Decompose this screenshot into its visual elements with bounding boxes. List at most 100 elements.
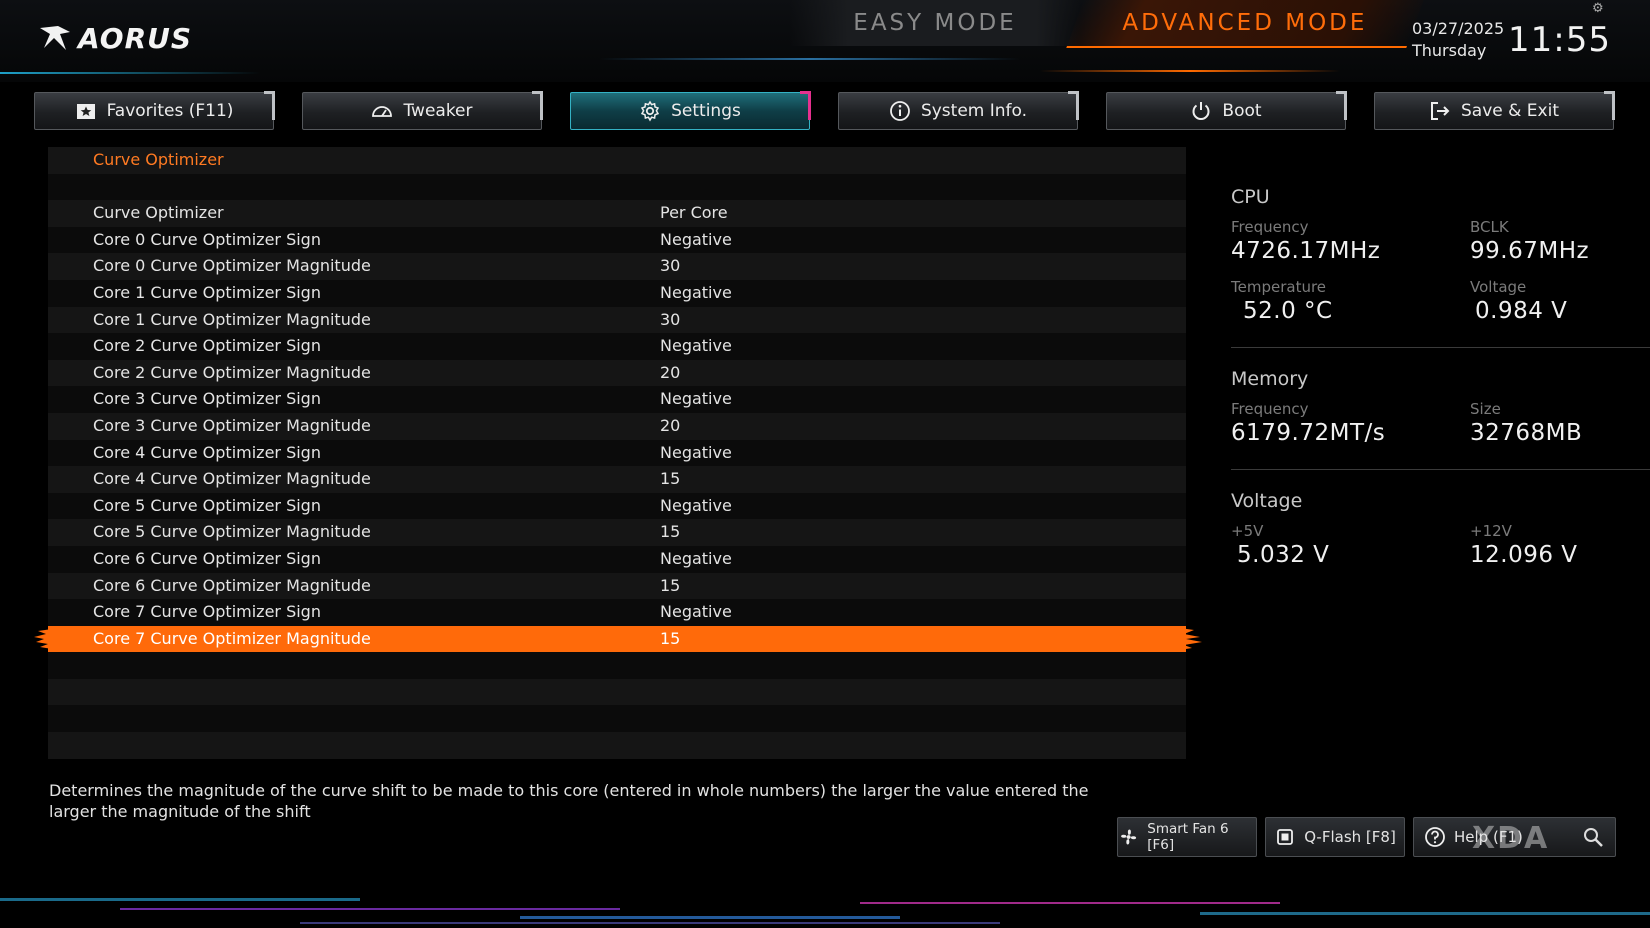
setting-name: Core 3 Curve Optimizer Magnitude <box>93 415 371 435</box>
blank-row <box>48 173 1186 201</box>
easy-mode-tab[interactable]: EASY MODE <box>790 0 1080 46</box>
tab-boot[interactable]: Boot <box>1106 91 1347 130</box>
qflash-label: Q-Flash [F8] <box>1304 828 1396 846</box>
setting-name: Core 6 Curve Optimizer Magnitude <box>93 575 371 595</box>
setting-name: Core 0 Curve Optimizer Sign <box>93 229 321 249</box>
setting-value[interactable]: Negative <box>660 493 732 520</box>
smart-fan-button[interactable]: Smart Fan 6 [F6] <box>1117 817 1257 857</box>
cpu-temperature-value: 52.0 °C <box>1243 298 1333 324</box>
help-button[interactable]: Help (F1) XDA <box>1413 817 1616 857</box>
setting-row[interactable]: Core 6 Curve Optimizer Sign Negative <box>48 545 1186 573</box>
setting-name: Core 6 Curve Optimizer Sign <box>93 548 321 568</box>
memory-title: Memory <box>1231 368 1309 390</box>
xda-watermark: XDA <box>1472 821 1550 856</box>
setting-row[interactable]: Core 5 Curve Optimizer Magnitude 15 <box>48 519 1186 546</box>
cpu-voltage-value: 0.984 V <box>1475 298 1568 324</box>
setting-name: Core 3 Curve Optimizer Sign <box>93 389 321 409</box>
setting-name: Core 2 Curve Optimizer Sign <box>93 336 321 356</box>
tab-label: Save & Exit <box>1461 101 1559 121</box>
setting-value[interactable]: Negative <box>660 227 732 254</box>
bclk-label: BCLK <box>1470 218 1509 236</box>
section-title: Curve Optimizer <box>93 150 224 169</box>
setting-row[interactable]: Core 1 Curve Optimizer Magnitude 30 <box>48 306 1186 334</box>
decor-streak <box>0 72 260 74</box>
setting-name: Core 2 Curve Optimizer Magnitude <box>93 362 371 382</box>
star-folder-icon <box>75 100 97 122</box>
tab-save-exit[interactable]: Save & Exit <box>1374 91 1615 130</box>
exit-icon <box>1429 100 1451 122</box>
cpu-voltage-label: Voltage <box>1470 278 1527 296</box>
setting-name: Core 1 Curve Optimizer Magnitude <box>93 309 371 329</box>
tab-favorites[interactable]: Favorites (F11) <box>34 91 275 130</box>
setting-value[interactable]: Negative <box>660 440 732 467</box>
section-header: Curve Optimizer <box>48 147 1186 174</box>
tab-tweaker[interactable]: Tweaker <box>302 91 543 130</box>
setting-name: Core 7 Curve Optimizer Magnitude <box>93 628 371 648</box>
tab-label: Settings <box>671 101 741 121</box>
setting-value[interactable]: 30 <box>660 307 680 334</box>
tab-label: Boot <box>1222 101 1262 121</box>
day-text: Thursday <box>1412 41 1487 60</box>
blank-row <box>48 678 1186 706</box>
setting-row[interactable]: Core 2 Curve Optimizer Magnitude 20 <box>48 359 1186 387</box>
setting-row[interactable]: Core 3 Curve Optimizer Sign Negative <box>48 386 1186 413</box>
setting-row[interactable]: Core 4 Curve Optimizer Magnitude 15 <box>48 466 1186 493</box>
advanced-mode-label: ADVANCED MODE <box>1122 10 1368 36</box>
blank-row <box>48 652 1186 679</box>
smart-fan-label: Smart Fan 6 [F6] <box>1147 821 1229 853</box>
cpu-frequency-value: 4726.17MHz <box>1231 238 1381 264</box>
memory-frequency-value: 6179.72MT/s <box>1231 420 1386 446</box>
setting-value[interactable]: 20 <box>660 413 680 440</box>
settings-list: Curve Optimizer Curve Optimizer Per Core … <box>34 147 1202 759</box>
aorus-logo: AORUS <box>38 22 192 55</box>
tab-system-info[interactable]: System Info. <box>838 91 1079 130</box>
selection-fray-right <box>1180 627 1202 650</box>
cpu-temperature-label: Temperature <box>1231 278 1327 296</box>
setting-value[interactable]: Negative <box>660 280 732 307</box>
setting-row[interactable]: Core 5 Curve Optimizer Sign Negative <box>48 492 1186 520</box>
qflash-button[interactable]: Q-Flash [F8] <box>1265 817 1405 857</box>
brand-name: AORUS <box>78 22 193 55</box>
v12-label: +12V <box>1470 522 1512 540</box>
setting-value[interactable]: 15 <box>660 466 680 493</box>
blank-row <box>48 732 1186 759</box>
tab-label: Favorites (F11) <box>106 101 234 121</box>
setting-row[interactable]: Core 7 Curve Optimizer Sign Negative <box>48 599 1186 626</box>
setting-value[interactable]: Negative <box>660 386 732 413</box>
setting-row[interactable]: Core 3 Curve Optimizer Magnitude 20 <box>48 412 1186 440</box>
settings-cog-icon[interactable]: ⚙ <box>1592 1 1604 16</box>
setting-value[interactable]: 20 <box>660 360 680 387</box>
setting-name: Core 0 Curve Optimizer Magnitude <box>93 256 371 276</box>
setting-name: Core 4 Curve Optimizer Sign <box>93 442 321 462</box>
setting-name: Core 7 Curve Optimizer Sign <box>93 602 321 622</box>
power-icon <box>1190 100 1212 122</box>
setting-value[interactable]: Negative <box>660 599 732 626</box>
chip-icon <box>1277 829 1294 845</box>
aorus-eagle-icon <box>38 24 72 54</box>
setting-name: Core 5 Curve Optimizer Sign <box>93 495 321 515</box>
setting-row[interactable]: Core 2 Curve Optimizer Sign Negative <box>48 333 1186 360</box>
advanced-mode-tab[interactable]: ADVANCED MODE <box>1066 0 1424 48</box>
setting-row[interactable]: Core 0 Curve Optimizer Magnitude 30 <box>48 253 1186 280</box>
cpu-frequency-label: Frequency <box>1231 218 1309 236</box>
setting-row[interactable]: Core 0 Curve Optimizer Sign Negative <box>48 226 1186 254</box>
decor-streak <box>600 58 1020 60</box>
info-icon <box>889 100 911 122</box>
setting-row[interactable]: Core 6 Curve Optimizer Magnitude 15 <box>48 572 1186 600</box>
divider <box>1231 469 1650 470</box>
setting-value[interactable]: Negative <box>660 546 732 573</box>
setting-row[interactable]: Curve Optimizer Per Core <box>48 200 1186 227</box>
setting-value[interactable]: Negative <box>660 333 732 360</box>
setting-value[interactable]: 30 <box>660 253 680 280</box>
decor-streak <box>1040 70 1340 72</box>
tab-settings[interactable]: Settings <box>570 91 811 130</box>
setting-value[interactable]: Per Core <box>660 200 728 227</box>
setting-value[interactable]: 15 <box>660 626 680 653</box>
v12-value: 12.096 V <box>1470 542 1578 568</box>
setting-value[interactable]: 15 <box>660 573 680 600</box>
setting-row-selected[interactable]: Core 7 Curve Optimizer Magnitude 15 <box>34 625 1202 653</box>
memory-frequency-label: Frequency <box>1231 400 1309 418</box>
setting-row[interactable]: Core 4 Curve Optimizer Sign Negative <box>48 439 1186 467</box>
setting-value[interactable]: 15 <box>660 519 680 546</box>
setting-row[interactable]: Core 1 Curve Optimizer Sign Negative <box>48 279 1186 307</box>
